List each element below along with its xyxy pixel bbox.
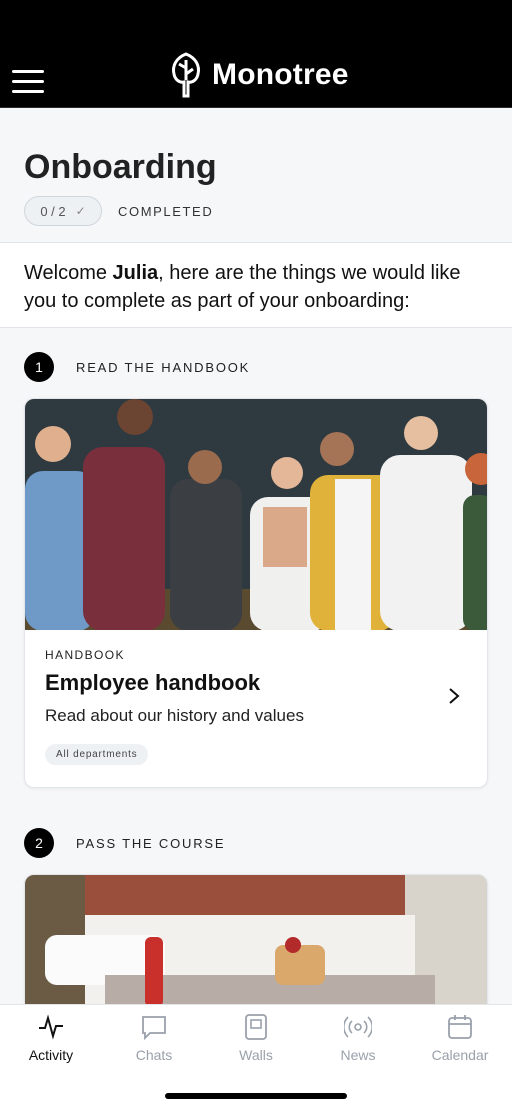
nav-news[interactable]: News [308, 1013, 408, 1073]
step-label: PASS THE COURSE [76, 835, 226, 851]
calendar-icon [448, 1015, 472, 1039]
home-indicator[interactable] [165, 1093, 347, 1099]
user-name: Julia [112, 262, 159, 284]
completed-label: COMPLETED [118, 204, 214, 219]
step-label: READ THE HANDBOOK [76, 359, 251, 375]
nav-label: News [340, 1047, 376, 1063]
handbook-card[interactable]: HANDBOOK Employee handbook Read about ou… [24, 398, 488, 788]
page-title: Onboarding [24, 148, 217, 186]
card-body: HANDBOOK Employee handbook Read about ou… [25, 630, 487, 787]
broadcast-icon [344, 1016, 372, 1038]
monotree-leaf-logo [172, 52, 200, 98]
nav-calendar[interactable]: Calendar [410, 1013, 510, 1073]
department-tag: All departments [45, 744, 149, 765]
nav-label: Calendar [431, 1047, 489, 1063]
brand[interactable]: Monotree [168, 52, 349, 98]
card-kicker: HANDBOOK [45, 648, 125, 662]
step-2-header: 2 PASS THE COURSE [24, 828, 225, 858]
card-title: Employee handbook [45, 670, 261, 695]
nav-label: Activity [28, 1047, 74, 1063]
nav-label: Chats [135, 1047, 173, 1063]
top-bar: Monotree [0, 0, 512, 108]
wall-board-icon [245, 1014, 267, 1040]
group-of-people-photo [25, 399, 487, 630]
welcome-message: Welcome Julia, here are the things we wo… [0, 242, 512, 328]
card-description: Read about our history and values [45, 706, 304, 725]
chat-bubble-icon [142, 1016, 166, 1041]
welcome-prefix: Welcome [24, 262, 113, 284]
checkmark-icon: ✓ [75, 204, 86, 218]
activity-pulse-icon [39, 1014, 63, 1040]
nav-activity[interactable]: Activity [1, 1013, 101, 1073]
nav-chats[interactable]: Chats [104, 1013, 204, 1073]
nav-label: Walls [239, 1047, 273, 1063]
hamburger-menu-icon[interactable] [12, 70, 44, 94]
progress-count: 0 / 2 [40, 203, 66, 219]
step-1-header: 1 READ THE HANDBOOK [24, 352, 250, 382]
chevron-right-icon[interactable] [447, 686, 461, 706]
bottom-navigation: Activity Chats Walls News Calendar [0, 1004, 512, 1108]
onboarding-header: Onboarding 0 / 2 ✓ COMPLETED [0, 108, 512, 242]
brand-name: Monotree [212, 58, 349, 91]
step-number: 2 [24, 828, 54, 858]
step-number: 1 [24, 352, 54, 382]
app-screen: Monotree Onboarding 0 / 2 ✓ COMPLETED We… [0, 0, 512, 1108]
nav-walls[interactable]: Walls [206, 1013, 306, 1073]
progress-badge: 0 / 2 ✓ [24, 196, 102, 226]
